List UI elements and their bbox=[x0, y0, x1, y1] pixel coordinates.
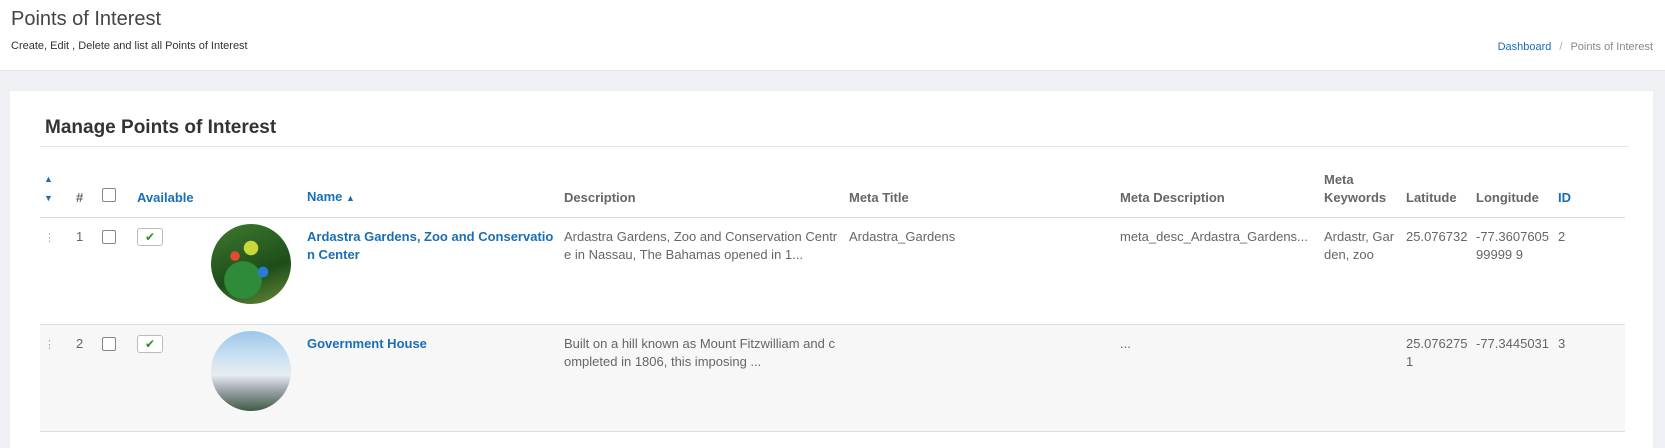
meta-keywords-header: Meta Keywords bbox=[1320, 169, 1402, 218]
breadcrumb-dashboard-link[interactable]: Dashboard bbox=[1498, 41, 1552, 53]
row-select[interactable] bbox=[98, 217, 133, 325]
row-meta-title: Ardastra_Gardens bbox=[845, 217, 1116, 325]
row-name-cell[interactable]: Government House bbox=[303, 324, 560, 432]
poi-thumbnail bbox=[211, 331, 291, 411]
sort-icon[interactable]: ▲ ▼ bbox=[44, 174, 53, 203]
num-header: # bbox=[72, 169, 98, 218]
row-longitude: -77.3445031 bbox=[1472, 324, 1554, 432]
meta-description-header: Meta Description bbox=[1116, 169, 1320, 218]
latitude-header: Latitude bbox=[1402, 169, 1472, 218]
available-header[interactable]: Available bbox=[133, 169, 207, 218]
row-select[interactable] bbox=[98, 324, 133, 432]
select-all-header[interactable] bbox=[98, 169, 133, 218]
image-header bbox=[207, 169, 303, 218]
drag-handle-icon[interactable]: ⋮ bbox=[40, 217, 72, 325]
row-available[interactable]: ✔ bbox=[133, 324, 207, 432]
page-title: Points of Interest bbox=[11, 8, 162, 30]
row-longitude: -77.360760599999 9 bbox=[1472, 217, 1554, 325]
row-description: Ardastra Gardens, Zoo and Conservation C… bbox=[560, 217, 845, 325]
row-id: 3 bbox=[1554, 324, 1625, 432]
row-meta-description: meta_desc_Ardastra_Gardens... bbox=[1116, 217, 1320, 325]
row-latitude: 25.076732 bbox=[1402, 217, 1472, 325]
row-meta-keywords: Ardastr, Garden, zoo bbox=[1320, 217, 1402, 325]
row-description: Built on a hill known as Mount Fitzwilli… bbox=[560, 324, 845, 432]
row-name-cell[interactable]: Ardastra Gardens, Zoo and Conservation C… bbox=[303, 217, 560, 325]
page-subtitle: Create, Edit , Delete and list all Point… bbox=[11, 40, 248, 52]
row-latitude: 25.0762751 bbox=[1402, 324, 1472, 432]
points-table: ▲ ▼ # Available Name ▲ Description Meta T… bbox=[40, 169, 1625, 432]
drag-handle-icon[interactable]: ⋮ bbox=[40, 324, 72, 432]
name-header-label[interactable]: Name bbox=[307, 189, 342, 204]
breadcrumb-current: Points of Interest bbox=[1570, 41, 1653, 53]
row-number: 2 bbox=[72, 324, 98, 432]
id-header[interactable]: ID bbox=[1554, 169, 1625, 218]
check-icon[interactable]: ✔ bbox=[137, 335, 163, 353]
breadcrumb-separator: / bbox=[1559, 41, 1563, 53]
table-row: ⋮ 1 ✔ Ardastra Gardens, Zoo and Conserva… bbox=[40, 217, 1625, 325]
table-header-row: ▲ ▼ # Available Name ▲ Description Meta T… bbox=[40, 169, 1625, 218]
longitude-header: Longitude bbox=[1472, 169, 1554, 218]
row-image-cell bbox=[207, 324, 303, 432]
name-header[interactable]: Name ▲ bbox=[303, 169, 560, 218]
row-checkbox[interactable] bbox=[102, 230, 116, 244]
reorder-header[interactable]: ▲ ▼ bbox=[40, 169, 72, 218]
row-number: 1 bbox=[72, 217, 98, 325]
meta-title-header: Meta Title bbox=[845, 169, 1116, 218]
row-meta-keywords bbox=[1320, 324, 1402, 432]
card-divider bbox=[40, 146, 1629, 147]
poi-name-link[interactable]: Government House bbox=[307, 336, 427, 351]
row-image-cell bbox=[207, 217, 303, 325]
row-id: 2 bbox=[1554, 217, 1625, 325]
table-row: ⋮ 2 ✔ Government House Built on a hill k… bbox=[40, 324, 1625, 432]
check-icon[interactable]: ✔ bbox=[137, 228, 163, 246]
card-title: Manage Points of Interest bbox=[45, 117, 277, 138]
row-checkbox[interactable] bbox=[102, 337, 116, 351]
row-meta-title bbox=[845, 324, 1116, 432]
select-all-checkbox[interactable] bbox=[102, 188, 116, 202]
description-header: Description bbox=[560, 169, 845, 218]
breadcrumb: Dashboard / Points of Interest bbox=[1498, 41, 1653, 53]
poi-thumbnail bbox=[211, 224, 291, 304]
row-meta-description: ... bbox=[1116, 324, 1320, 432]
page-header: Points of Interest Create, Edit , Delete… bbox=[0, 0, 1665, 71]
sort-ascending-icon[interactable]: ▲ bbox=[346, 193, 355, 203]
manage-card: Manage Points of Interest ▲ ▼ # Available… bbox=[10, 91, 1653, 448]
poi-name-link[interactable]: Ardastra Gardens, Zoo and Conservation C… bbox=[307, 229, 553, 262]
row-available[interactable]: ✔ bbox=[133, 217, 207, 325]
